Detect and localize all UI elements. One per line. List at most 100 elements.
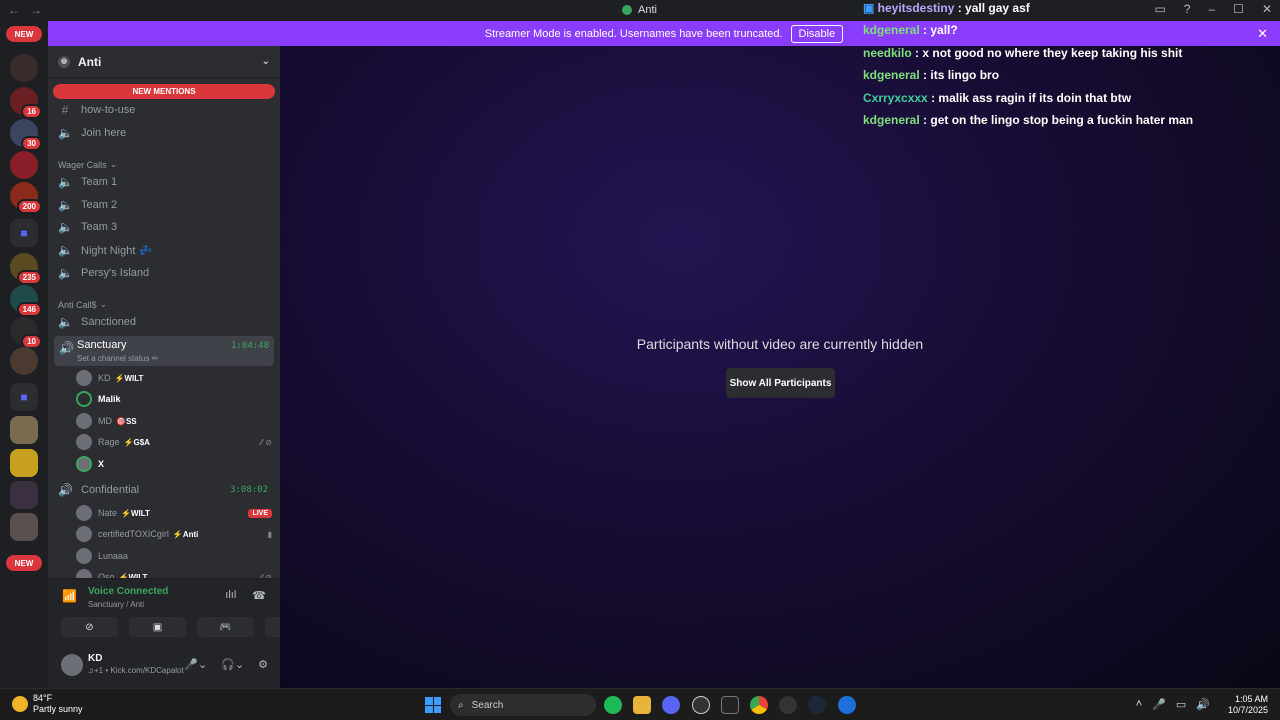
disable-streamer-mode-button[interactable]: Disable xyxy=(790,24,844,43)
chat-username: kdgeneral xyxy=(863,23,920,37)
volume-icon[interactable]: 🔊 xyxy=(1196,698,1210,711)
folder-icon[interactable]: ■ xyxy=(10,383,38,411)
category-anti-calls[interactable]: Anti Call$ ⌄ xyxy=(58,299,107,310)
weather-widget[interactable]: 84°F Partly sunny xyxy=(12,693,83,715)
server-icon[interactable] xyxy=(10,347,38,375)
server-icon[interactable] xyxy=(10,449,38,477)
voice-user[interactable]: Rage ⚡G$A ⁄⁄ ⊘ xyxy=(76,432,272,452)
avatar xyxy=(76,456,92,472)
chevron-down-icon[interactable]: ⌄ xyxy=(262,56,270,67)
server-icon[interactable] xyxy=(10,151,38,179)
voice-user[interactable]: Nate ⚡WILT LIVE xyxy=(76,503,272,523)
channel-night-night[interactable]: 🔈 Night Night 💤 xyxy=(54,240,274,260)
user-tag: ⚡WILT xyxy=(121,508,150,518)
folder-icon[interactable]: ■ xyxy=(10,219,38,247)
forward-arrow-icon[interactable]: → xyxy=(30,3,42,17)
microphone-icon[interactable]: 🎤⌄ xyxy=(184,658,207,671)
steam-icon[interactable] xyxy=(808,696,826,714)
chat-text: : yall gay asf xyxy=(954,1,1030,15)
taskbar-clock[interactable]: 1:05 AM 10/7/2025 xyxy=(1228,694,1268,716)
signal-icon[interactable]: 📶 xyxy=(62,589,77,603)
server-icon[interactable] xyxy=(10,513,38,541)
channel-persys-island[interactable]: 🔈 Persy's Island xyxy=(54,263,274,283)
discord-icon[interactable] xyxy=(662,696,680,714)
category-label: Wager Calls xyxy=(58,159,107,170)
channel-label: Sanctioned xyxy=(81,316,137,328)
new-mentions-pill[interactable]: NEW MENTIONS xyxy=(53,84,275,99)
channel-confidential[interactable]: 🔊 Confidential 3:08:02 xyxy=(54,480,274,500)
system-tray: ˄ 🎤 ▭ 🔊 xyxy=(1136,698,1210,711)
show-all-participants-button[interactable]: Show All Participants xyxy=(726,368,835,398)
app-icon[interactable] xyxy=(838,696,856,714)
server-icon[interactable] xyxy=(10,416,38,444)
mention-badge: 200 xyxy=(16,199,42,214)
channel-team-3[interactable]: 🔈 Team 3 xyxy=(54,217,274,237)
speaker-icon: 🔈 xyxy=(58,198,73,212)
speaker-icon: 🔈 xyxy=(58,175,73,189)
chrome-icon[interactable] xyxy=(750,696,768,714)
category-wager-calls[interactable]: Wager Calls ⌄ xyxy=(58,159,117,170)
avatar[interactable] xyxy=(61,654,83,676)
channel-team-1[interactable]: 🔈 Team 1 xyxy=(54,172,274,192)
new-unreads-pill[interactable]: NEW xyxy=(6,26,42,42)
mention-badge: 235 xyxy=(16,270,42,285)
server-icon[interactable]: 200 xyxy=(10,182,42,214)
voice-user[interactable]: certifiedTOXICgirl ⚡Anti ▮ xyxy=(76,524,272,544)
chevron-up-icon[interactable]: ˄ xyxy=(1136,698,1142,711)
activities-button[interactable]: 🎮 xyxy=(197,617,254,637)
server-icon[interactable] xyxy=(10,54,38,82)
voice-user[interactable]: MD 🎯SS xyxy=(76,411,272,431)
server-icon[interactable]: 146 xyxy=(10,285,42,317)
server-icon[interactable]: 16 xyxy=(10,87,42,119)
channel-how-to-use[interactable]: # how-to-use xyxy=(54,100,274,120)
windows-start-icon[interactable] xyxy=(425,697,441,713)
server-icon[interactable]: 30 xyxy=(10,119,42,151)
windows-taskbar: 84°F Partly sunny ⌕ Search ˄ 🎤 ▭ 🔊 1:05 … xyxy=(0,688,1280,720)
taskbar-search[interactable]: ⌕ Search xyxy=(450,694,596,716)
gear-icon[interactable]: ⚙ xyxy=(258,658,268,671)
user-name[interactable]: KD xyxy=(88,653,102,664)
display-icon[interactable]: ▭ xyxy=(1176,698,1186,711)
chat-username: heyitsdestiny xyxy=(877,1,955,15)
chat-overlay: ▣ heyitsdestiny : yall gay asf kdgeneral… xyxy=(861,0,1280,130)
disconnect-icon[interactable]: ☎ xyxy=(252,589,266,602)
voice-user[interactable]: X xyxy=(76,454,272,474)
file-explorer-icon[interactable] xyxy=(633,696,651,714)
epic-games-icon[interactable] xyxy=(721,696,739,714)
kick-icon: ▣ xyxy=(863,1,878,15)
voice-user-name: Rage xyxy=(98,437,120,447)
camera-off-button[interactable]: ⊘ xyxy=(61,617,118,637)
headphones-icon[interactable]: 🎧⌄ xyxy=(221,658,244,671)
voice-status[interactable]: Voice Connected xyxy=(88,586,168,597)
chat-username: needkilo xyxy=(863,46,912,60)
chat-username: kdgeneral xyxy=(863,68,920,82)
voice-user[interactable]: Lunaaa xyxy=(76,546,272,566)
voice-location[interactable]: Sanctuary / Anti xyxy=(88,600,144,609)
channel-status[interactable]: Set a channel status ✏ xyxy=(77,354,158,363)
user-status[interactable]: ♫+1 • Kick.com/KDCapalot xyxy=(88,666,184,675)
server-icon[interactable] xyxy=(10,481,38,509)
user-tag: 🎯SS xyxy=(116,416,137,426)
noise-suppression-icon[interactable]: ılıl xyxy=(225,589,236,602)
server-name: Anti xyxy=(78,54,102,69)
server-header[interactable]: ◍ Anti ⌄ xyxy=(48,46,280,78)
server-icon[interactable]: 235 xyxy=(10,253,42,285)
new-unreads-pill-bottom[interactable]: NEW xyxy=(6,555,42,571)
channel-sanctuary-active[interactable]: 🔊 Sanctuary Set a channel status ✏ 1:04:… xyxy=(54,336,274,366)
channel-join-here[interactable]: 🔈 Join here xyxy=(54,123,274,143)
channel-team-2[interactable]: 🔈 Team 2 xyxy=(54,195,274,215)
voice-user[interactable]: Malik xyxy=(76,389,272,409)
back-arrow-icon[interactable]: ← xyxy=(8,3,20,17)
speaker-icon: 🔊 xyxy=(59,341,74,355)
channel-sanctioned[interactable]: 🔈 Sanctioned xyxy=(54,312,274,332)
spotify-icon[interactable] xyxy=(604,696,622,714)
camera-off-icon: ⊘ xyxy=(85,621,94,633)
app-icon[interactable] xyxy=(779,696,797,714)
microphone-icon[interactable]: 🎤 xyxy=(1152,698,1166,711)
app-icon[interactable] xyxy=(692,696,710,714)
user-panel: KD ♫+1 • Kick.com/KDCapalot 🎤⌄ 🎧⌄ ⚙ xyxy=(48,644,280,688)
server-icon[interactable]: 10 xyxy=(10,317,42,349)
voice-user[interactable]: KD ⚡WILT xyxy=(76,368,272,388)
screen-share-button[interactable]: ▣ xyxy=(129,617,186,637)
gamepad-icon: 🎮 xyxy=(219,621,232,633)
